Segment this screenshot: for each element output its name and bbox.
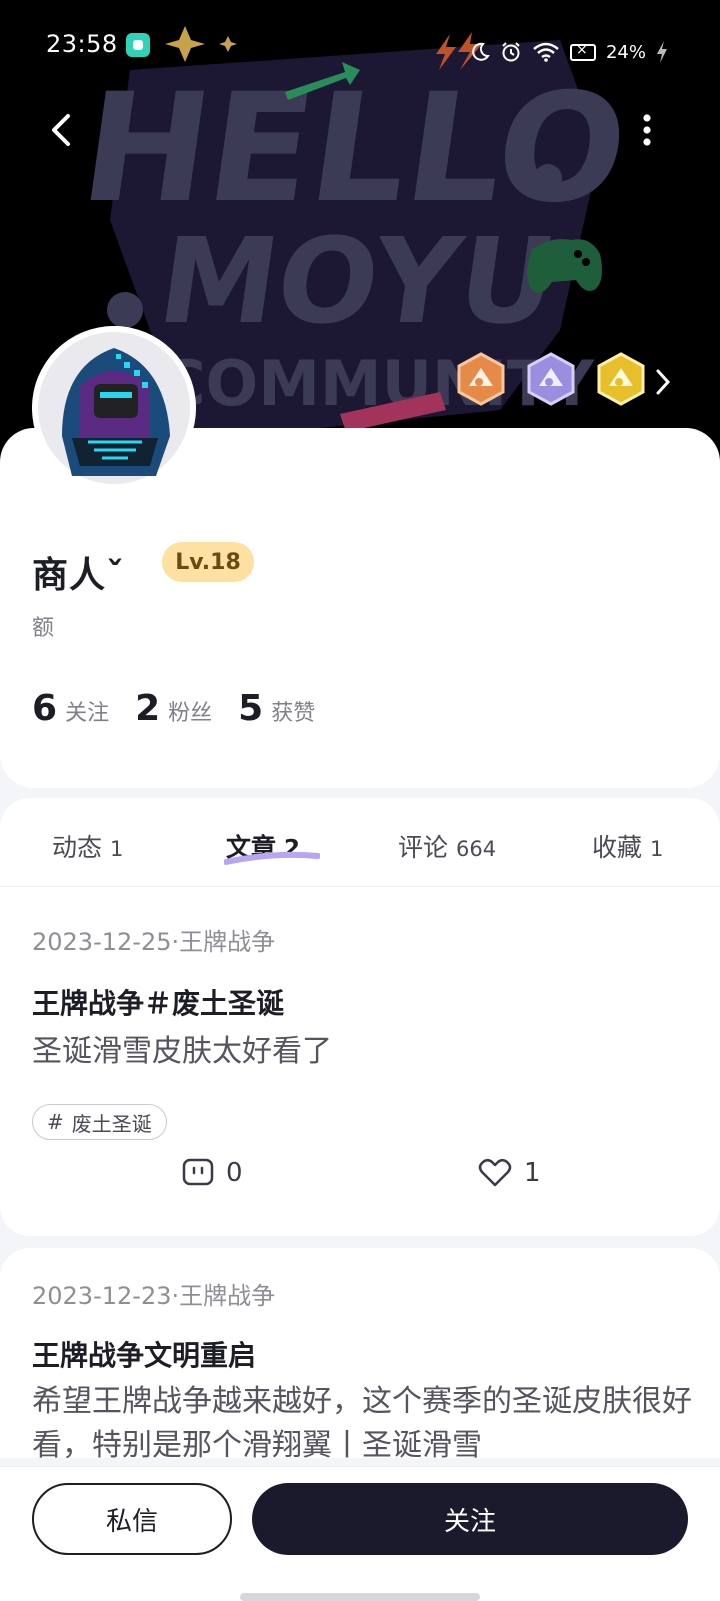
post-body: 希望王牌战争越来越好，这个赛季的圣诞皮肤很好看，特别是那个滑翔翼丨圣诞滑雪 <box>32 1384 692 1458</box>
tab-activity-count: 1 <box>110 837 124 861</box>
alarm-icon <box>502 42 520 62</box>
tab-bar: 动态 1 文章 2 评论 664 收藏 1 <box>0 798 720 887</box>
status-bar: 23:58 24% <box>0 0 720 88</box>
chevron-right-icon[interactable] <box>650 365 676 399</box>
level-badge: Lv.18 <box>162 542 254 582</box>
app-notification-icon <box>126 33 150 57</box>
bronze-badge-icon <box>457 352 505 406</box>
bio: 额 <box>32 616 55 641</box>
battery-icon <box>569 42 596 61</box>
stat-likes[interactable]: 5 获赞 <box>238 688 315 729</box>
post-title: 王牌战争文明重启 <box>32 1339 257 1372</box>
active-tab-indicator <box>224 851 320 865</box>
stat-following-count: 6 <box>32 688 58 729</box>
comment-button[interactable]: 0 <box>182 1158 243 1188</box>
battery-percent: 24% <box>605 41 646 63</box>
tab-favorites-count: 1 <box>650 837 664 861</box>
tab-favorites-label: 收藏 <box>592 833 643 862</box>
status-icons: 24% <box>430 32 668 72</box>
post-title: 王牌战争＃废土圣诞 <box>32 987 285 1020</box>
tab-activity[interactable]: 动态 1 <box>52 828 123 864</box>
post-card[interactable]: 2023-12-25·王牌战争 王牌战争＃废土圣诞 圣诞滑雪皮肤太好看了 # 废… <box>0 886 720 1236</box>
hashtag-icon: # <box>47 1110 64 1134</box>
wifi-icon <box>533 42 559 62</box>
stat-followers-count: 2 <box>135 688 161 729</box>
like-count: 1 <box>524 1158 541 1188</box>
comment-count: 0 <box>226 1158 243 1188</box>
gold-badge-icon <box>597 352 645 406</box>
bottom-action-bar: 私信 关注 <box>0 1466 720 1601</box>
back-button[interactable] <box>40 108 84 152</box>
topic-tag[interactable]: # 废土圣诞 <box>32 1104 167 1140</box>
tab-activity-label: 动态 <box>52 833 103 862</box>
private-message-button[interactable]: 私信 <box>32 1483 232 1555</box>
stat-following-label: 关注 <box>65 701 110 726</box>
profile-stats: 6 关注 2 粉丝 5 获赞 <box>32 688 341 729</box>
bolt-icon <box>435 34 456 70</box>
charging-icon <box>657 41 667 63</box>
badge-list[interactable] <box>455 352 647 406</box>
avatar[interactable] <box>32 326 196 490</box>
status-time: 23:58 <box>46 30 118 58</box>
silver-badge-icon <box>527 352 575 406</box>
stat-followers[interactable]: 2 粉丝 <box>135 688 212 729</box>
post-card[interactable]: 2023-12-23·王牌战争 王牌战争文明重启 希望王牌战争越来越好，这个赛季… <box>0 1248 720 1458</box>
moon-icon <box>472 42 490 61</box>
post-body: 圣诞滑雪皮肤太好看了 <box>32 1034 332 1069</box>
topic-tag-label: 废土圣诞 <box>71 1111 152 1136</box>
comment-icon <box>182 1158 214 1186</box>
stat-followers-label: 粉丝 <box>168 701 213 726</box>
post-meta: 2023-12-23·王牌战争 <box>32 1282 276 1310</box>
tab-comments[interactable]: 评论 664 <box>398 828 496 864</box>
tab-comments-label: 评论 <box>398 833 449 862</box>
stat-likes-count: 5 <box>238 688 264 729</box>
tab-favorites[interactable]: 收藏 1 <box>592 828 663 864</box>
heart-icon <box>478 1159 512 1187</box>
svg-text:MOYU: MOYU <box>151 213 565 350</box>
follow-button[interactable]: 关注 <box>252 1483 688 1555</box>
tab-comments-count: 664 <box>456 837 497 861</box>
username: 商人ˇ <box>32 555 126 596</box>
stat-following[interactable]: 6 关注 <box>32 688 109 729</box>
post-meta: 2023-12-25·王牌战争 <box>32 928 276 956</box>
stat-likes-label: 获赞 <box>271 701 316 726</box>
like-button[interactable]: 1 <box>478 1158 541 1188</box>
more-options-button[interactable] <box>630 108 664 152</box>
